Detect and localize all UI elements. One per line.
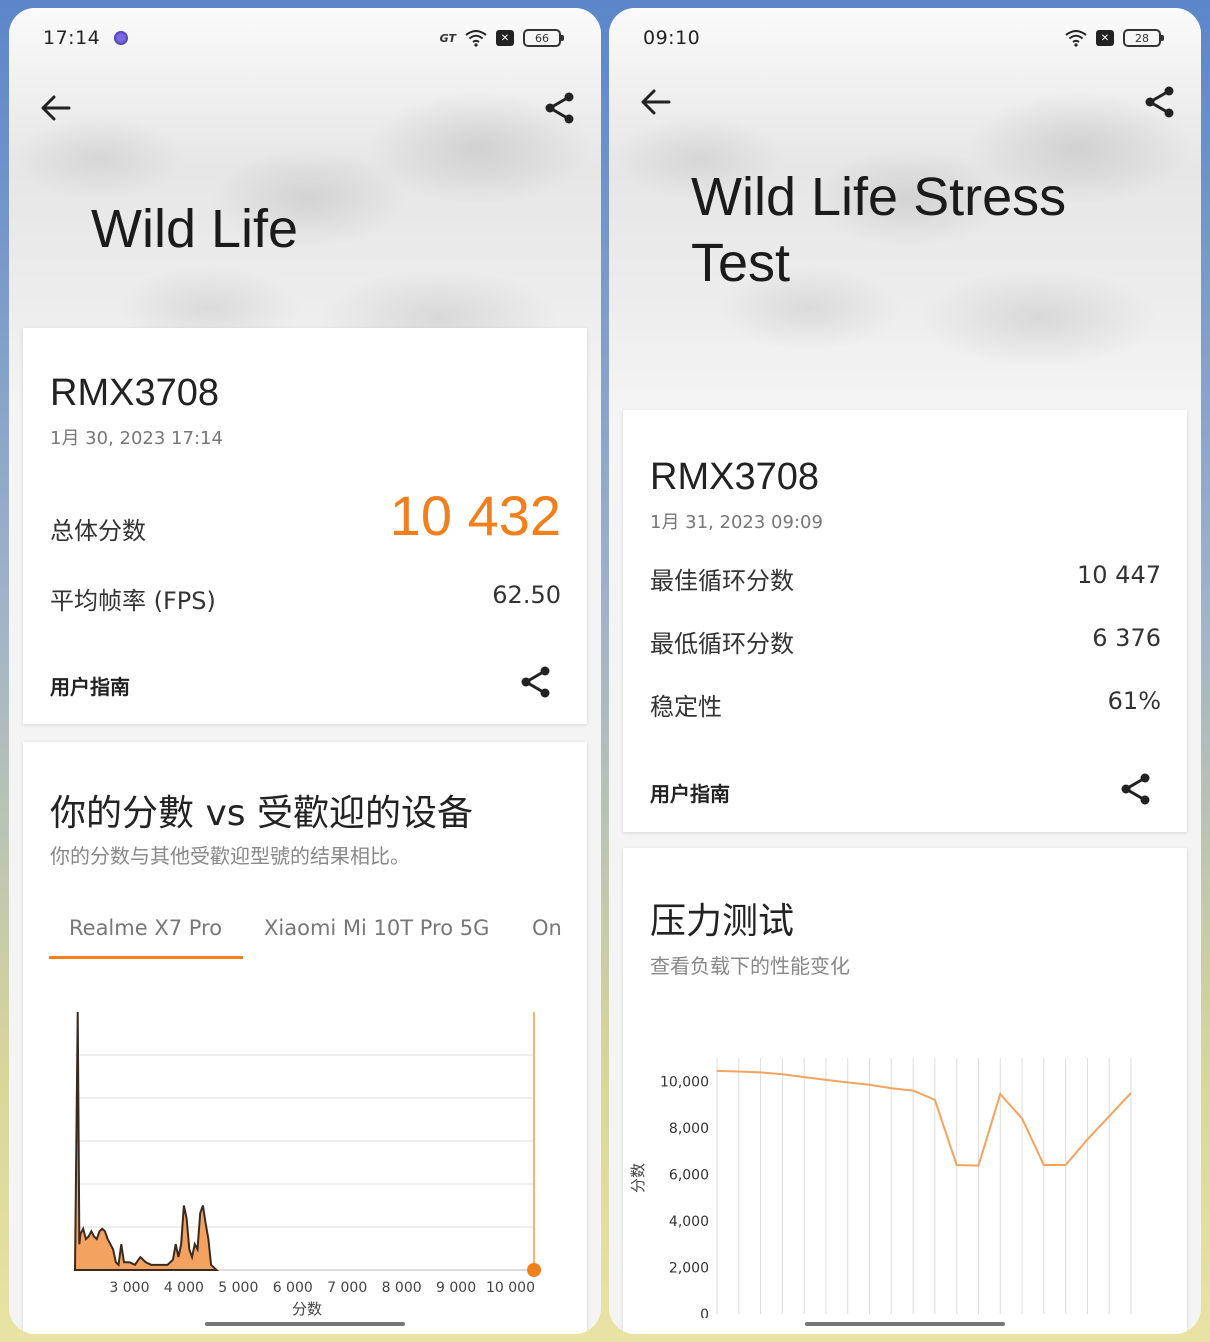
- x-tick-label: 6 000: [273, 1280, 313, 1296]
- gt-mode-icon: GT: [439, 31, 456, 45]
- status-bar: 17:14 GT ✕ 66: [9, 8, 601, 68]
- device-name: RMX3708: [650, 456, 819, 498]
- status-time: 09:10: [643, 27, 701, 49]
- your-score-marker: [527, 1263, 542, 1277]
- y-tick-label: 4,000: [669, 1214, 709, 1230]
- share-icon[interactable]: [1143, 85, 1177, 119]
- lowest-loop-label: 最低循环分数: [650, 630, 794, 658]
- status-bar: 09:10 ✕ 28: [609, 8, 1201, 68]
- home-indicator[interactable]: [805, 1322, 1005, 1326]
- active-tab-indicator: [49, 956, 243, 959]
- best-loop-value: 10 447: [1077, 561, 1161, 589]
- tab-more[interactable]: On: [532, 916, 562, 940]
- x-tick-label: 4 000: [164, 1280, 204, 1296]
- compare-card: 你的分數 vs 受歡迎的设备 你的分数与其他受歡迎型號的结果相比。 Realme…: [23, 742, 587, 1334]
- user-guide-link[interactable]: 用户指南: [50, 671, 130, 700]
- wild-life-screen: 17:14 GT ✕ 66 Wild Life RMX3708 1月 30, 2…: [9, 8, 601, 1334]
- test-title: Wild Life: [91, 199, 299, 259]
- overall-score-label: 总体分数: [50, 517, 146, 545]
- home-indicator[interactable]: [205, 1322, 405, 1326]
- stability-value: 61%: [1107, 687, 1161, 715]
- lowest-loop-value: 6 376: [1092, 624, 1161, 652]
- wifi-icon: [1065, 30, 1087, 47]
- test-title-line-1: Wild Life Stress: [691, 167, 1067, 227]
- compare-title: 你的分數 vs 受歡迎的设备: [50, 793, 473, 834]
- y-tick-label: 10,000: [660, 1074, 709, 1090]
- user-guide-link[interactable]: 用户指南: [650, 778, 730, 807]
- test-date: 1月 30, 2023 17:14: [50, 428, 223, 449]
- y-tick-label: 8,000: [669, 1121, 709, 1137]
- share-icon[interactable]: [519, 665, 553, 699]
- x-tick-label: 3 000: [109, 1280, 149, 1296]
- back-arrow-icon[interactable]: [39, 91, 73, 125]
- stress-test-chart: 10,000 8,000 6,000 4,000 2,000 0 分数: [629, 1058, 1132, 1318]
- nfc-icon: ✕: [1096, 30, 1114, 46]
- fps-value: 62.50: [492, 581, 561, 609]
- tab-xiaomi-mi-10t-pro[interactable]: Xiaomi Mi 10T Pro 5G: [264, 916, 489, 940]
- test-date: 1月 31, 2023 09:09: [650, 512, 823, 533]
- compare-subtitle: 你的分数与其他受歡迎型號的结果相比。: [50, 844, 410, 868]
- x-tick-label: 5 000: [218, 1280, 258, 1296]
- x-tick-label: 7 000: [327, 1280, 367, 1296]
- battery-icon: 66: [523, 29, 564, 47]
- test-title-line-2: Test: [691, 233, 791, 293]
- device-name: RMX3708: [50, 372, 219, 414]
- score-card: RMX3708 1月 31, 2023 09:09 最佳循环分数 10 447 …: [623, 410, 1187, 832]
- overall-score-value: 10 432: [389, 484, 561, 547]
- stress-subtitle: 查看负载下的性能变化: [650, 954, 850, 978]
- score-card: RMX3708 1月 30, 2023 17:14 总体分数 10 432 平均…: [23, 328, 587, 724]
- y-axis-label: 分数: [629, 1163, 647, 1193]
- wifi-icon: [465, 30, 487, 47]
- share-icon[interactable]: [1119, 772, 1153, 806]
- y-tick-label: 6,000: [669, 1167, 709, 1183]
- y-tick-label: 0: [700, 1307, 709, 1318]
- x-tick-label: 8 000: [382, 1280, 422, 1296]
- x-axis-label: 分数: [292, 1300, 322, 1318]
- battery-icon: 28: [1123, 29, 1164, 47]
- share-icon[interactable]: [543, 91, 577, 125]
- status-time: 17:14: [43, 27, 101, 49]
- nfc-icon: ✕: [496, 30, 514, 46]
- stress-test-screen: 09:10 ✕ 28 Wild Life Stress Test RMX3708…: [609, 8, 1201, 1334]
- x-tick-label: 10 000: [486, 1280, 535, 1296]
- back-arrow-icon[interactable]: [639, 85, 673, 119]
- tab-realme-x7-pro[interactable]: Realme X7 Pro: [69, 916, 222, 940]
- x-tick-label: 9 000: [436, 1280, 476, 1296]
- fps-label: 平均帧率 (FPS): [50, 587, 216, 615]
- y-tick-label: 2,000: [669, 1260, 709, 1276]
- score-distribution-chart: 3 000 4 000 5 000 6 000 7 000 8 000 9 000 10 00…: [73, 1011, 542, 1318]
- stress-card: 压力测试 查看负载下的性能变化 10,000 8,000 6,000 4,000 2,0…: [623, 848, 1187, 1334]
- best-loop-label: 最佳循环分数: [650, 567, 794, 595]
- notification-icon: [114, 31, 129, 45]
- score-line: [716, 1069, 1132, 1167]
- stress-title: 压力测试: [650, 901, 795, 942]
- stability-label: 稳定性: [650, 693, 722, 721]
